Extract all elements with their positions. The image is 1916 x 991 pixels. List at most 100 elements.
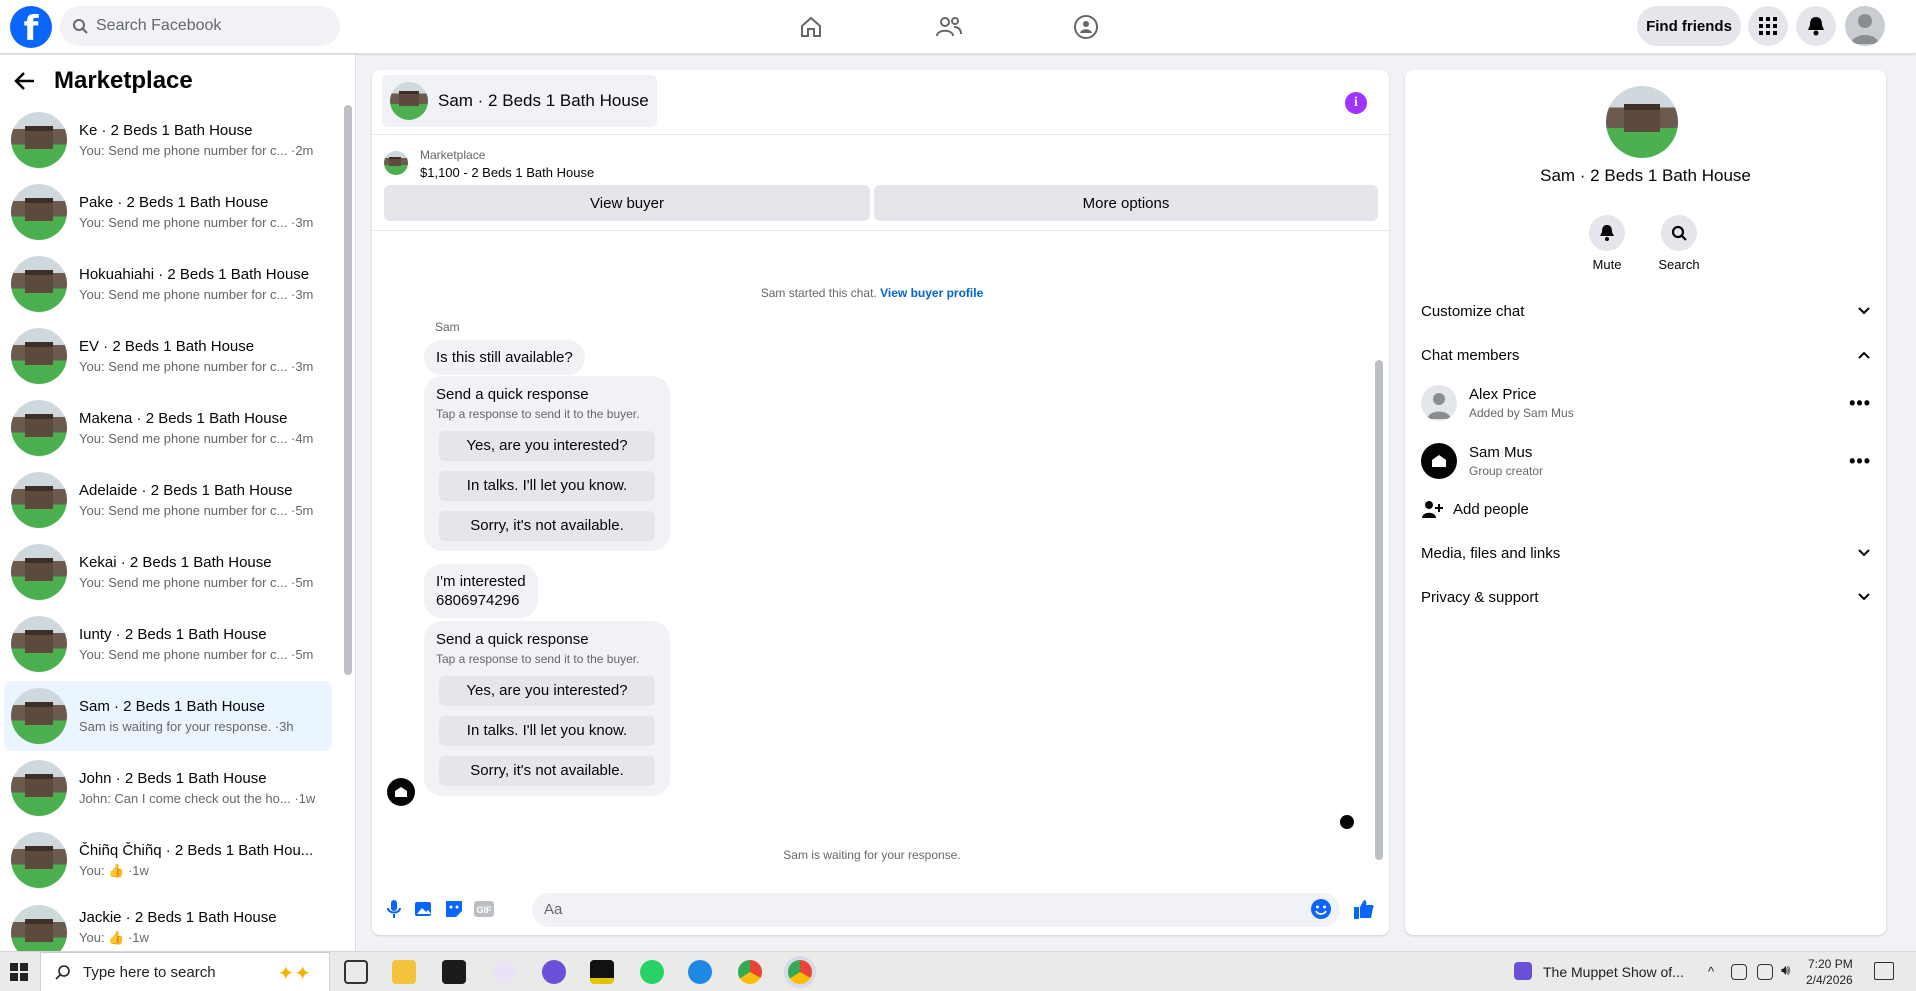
display-icon[interactable] bbox=[1757, 964, 1773, 980]
listing-summary[interactable]: Marketplace $1,100 - 2 Beds 1 Bath House bbox=[384, 148, 594, 180]
facebook-logo[interactable]: f bbox=[10, 6, 52, 48]
notifications-bell-icon[interactable] bbox=[1796, 6, 1836, 46]
member-row[interactable]: Sam Mus Group creator ••• bbox=[1421, 439, 1871, 483]
search-facebook-input[interactable]: Search Facebook bbox=[60, 6, 340, 46]
thread-item-active[interactable]: Sam · 2 Beds 1 Bath House Sam is waiting … bbox=[4, 681, 332, 751]
sender-avatar[interactable] bbox=[387, 778, 415, 806]
taskbar-search-input[interactable]: Type here to search ✦✦ bbox=[40, 952, 330, 991]
details-title: Sam · 2 Beds 1 Bath House bbox=[1540, 166, 1751, 185]
quick-response-yes-button[interactable]: Yes, are you interested? bbox=[439, 676, 655, 706]
listing-thumbnail bbox=[11, 544, 67, 600]
notifications-icon[interactable] bbox=[1874, 962, 1894, 980]
thread-item[interactable]: Jackie · 2 Beds 1 Bath House You: 👍 ·1w bbox=[4, 897, 332, 951]
more-options-icon[interactable]: ••• bbox=[1849, 393, 1871, 414]
emoji-icon[interactable] bbox=[1309, 897, 1333, 921]
file-explorer-icon[interactable] bbox=[392, 960, 416, 984]
thread-name: Sam · 2 Beds 1 Bath House bbox=[79, 698, 265, 715]
chevron-up-icon[interactable]: ^ bbox=[1708, 964, 1714, 979]
quick-response-talks-button[interactable]: In talks. I'll let you know. bbox=[439, 716, 655, 746]
add-people-row[interactable]: Add people bbox=[1421, 491, 1871, 527]
media-app-icon[interactable] bbox=[1514, 962, 1532, 980]
chat-scrollbar[interactable] bbox=[1375, 360, 1383, 860]
app-icon[interactable] bbox=[542, 960, 566, 984]
chevron-down-icon bbox=[1858, 549, 1870, 557]
details-listing-photo bbox=[1606, 86, 1678, 158]
message-phone: 6806974296 bbox=[436, 592, 520, 609]
listing-thumbnail bbox=[11, 256, 67, 312]
thread-item[interactable]: Pake · 2 Beds 1 Bath House You: Send me p… bbox=[4, 177, 332, 247]
chevron-up-icon bbox=[1858, 351, 1870, 359]
customize-chat-row[interactable]: Customize chat bbox=[1421, 293, 1871, 329]
more-options-icon[interactable]: ••• bbox=[1849, 451, 1871, 472]
windows-start-icon[interactable] bbox=[10, 963, 28, 984]
message-bubble: Is this still available? bbox=[424, 340, 585, 375]
quick-response-talks-button[interactable]: In talks. I'll let you know. bbox=[439, 471, 655, 501]
quick-response-yes-button[interactable]: Yes, are you interested? bbox=[439, 431, 655, 461]
thread-item[interactable]: Čhiñq Čhiñq · 2 Beds 1 Bath Hou... You: 👍… bbox=[4, 825, 332, 895]
clock-time[interactable]: 7:20 PM bbox=[1808, 957, 1853, 971]
chat-header[interactable]: Sam · 2 Beds 1 Bath House bbox=[382, 75, 657, 127]
groups-icon[interactable] bbox=[1071, 12, 1101, 42]
mute-action[interactable]: Mute bbox=[1577, 215, 1637, 272]
quick-response-sorry-button[interactable]: Sorry, it's not available. bbox=[439, 511, 655, 541]
member-row[interactable]: Alex Price Added by Sam Mus ••• bbox=[1421, 381, 1871, 425]
like-thumbs-up-icon[interactable] bbox=[1352, 897, 1376, 921]
app-icon[interactable] bbox=[442, 960, 466, 984]
view-buyer-button[interactable]: View buyer bbox=[384, 185, 870, 221]
task-view-icon[interactable] bbox=[344, 960, 368, 984]
search-icon bbox=[1671, 225, 1687, 241]
thread-item[interactable]: Adelaide · 2 Beds 1 Bath House You: Send … bbox=[4, 465, 332, 535]
gif-icon[interactable]: GIF bbox=[472, 897, 496, 921]
more-options-button[interactable]: More options bbox=[874, 185, 1378, 221]
thread-item[interactable]: Makena · 2 Beds 1 Bath House You: Send me… bbox=[4, 393, 332, 463]
thread-item[interactable]: Hokuahiahi · 2 Beds 1 Bath House You: Sen… bbox=[4, 249, 332, 319]
profile-avatar[interactable] bbox=[1845, 6, 1885, 46]
media-title[interactable]: The Muppet Show of... bbox=[1543, 964, 1684, 980]
listing-thumbnail bbox=[11, 905, 67, 951]
info-icon[interactable]: i bbox=[1345, 92, 1367, 114]
app-icon[interactable] bbox=[590, 960, 614, 984]
home-icon[interactable] bbox=[796, 12, 826, 42]
friends-icon[interactable] bbox=[934, 12, 964, 42]
sidebar-scrollbar[interactable] bbox=[344, 105, 352, 675]
media-files-links-row[interactable]: Media, files and links bbox=[1421, 535, 1871, 571]
sparkle-icon: ✦✦ bbox=[277, 963, 311, 985]
thread-item[interactable]: Kekai · 2 Beds 1 Bath House You: Send me … bbox=[4, 537, 332, 607]
message-input[interactable]: Aa bbox=[532, 893, 1340, 927]
search-action[interactable]: Search bbox=[1649, 215, 1709, 272]
chat-members-row[interactable]: Chat members bbox=[1421, 337, 1871, 373]
thread-preview: You: 👍 ·1w bbox=[79, 930, 149, 945]
customize-chat-label: Customize chat bbox=[1421, 302, 1525, 320]
quick-response-card: Send a quick response Tap a response to … bbox=[424, 376, 670, 551]
thread-item[interactable]: EV · 2 Beds 1 Bath House You: Send me pho… bbox=[4, 321, 332, 391]
view-buyer-profile-link[interactable]: View buyer profile bbox=[880, 286, 983, 300]
app-icon[interactable] bbox=[492, 960, 516, 984]
volume-icon[interactable]: 🔊︎ bbox=[1781, 962, 1790, 979]
back-arrow-icon[interactable] bbox=[14, 71, 36, 91]
whatsapp-icon[interactable] bbox=[640, 960, 664, 984]
member-name: Alex Price bbox=[1469, 386, 1537, 403]
quick-response-sorry-button[interactable]: Sorry, it's not available. bbox=[439, 756, 655, 786]
thread-preview: You: Send me phone number for c... ·5m bbox=[79, 575, 314, 590]
chrome-active-icon[interactable] bbox=[788, 960, 812, 984]
member-avatar bbox=[1421, 443, 1457, 479]
thread-item[interactable]: Ke · 2 Beds 1 Bath House You: Send me pho… bbox=[4, 105, 332, 175]
sticker-icon[interactable] bbox=[442, 897, 466, 921]
clock-date[interactable]: 2/4/2026 bbox=[1806, 973, 1853, 987]
microphone-icon[interactable] bbox=[382, 897, 406, 921]
thread-item[interactable]: John · 2 Beds 1 Bath House John: Can I co… bbox=[4, 753, 332, 823]
menu-grid-icon[interactable] bbox=[1748, 6, 1788, 46]
thread-item[interactable]: Iunty · 2 Beds 1 Bath House You: Send me … bbox=[4, 609, 332, 679]
chat-details-panel: Sam · 2 Beds 1 Bath House Mute Search Cu… bbox=[1405, 70, 1886, 935]
network-icon[interactable] bbox=[1731, 964, 1747, 980]
thread-name: Jackie · 2 Beds 1 Bath House bbox=[79, 909, 277, 926]
app-icon[interactable] bbox=[688, 960, 712, 984]
thread-name: Čhiñq Čhiñq · 2 Beds 1 Bath Hou... bbox=[79, 841, 314, 859]
listing-thumbnail bbox=[384, 151, 408, 175]
find-friends-button[interactable]: Find friends bbox=[1637, 6, 1741, 46]
photo-icon[interactable] bbox=[412, 897, 436, 921]
privacy-support-row[interactable]: Privacy & support bbox=[1421, 579, 1871, 615]
chrome-icon[interactable] bbox=[738, 960, 762, 984]
thread-preview: You: Send me phone number for c... ·3m bbox=[79, 359, 314, 374]
chat-started-text: Sam started this chat. bbox=[760, 286, 877, 300]
